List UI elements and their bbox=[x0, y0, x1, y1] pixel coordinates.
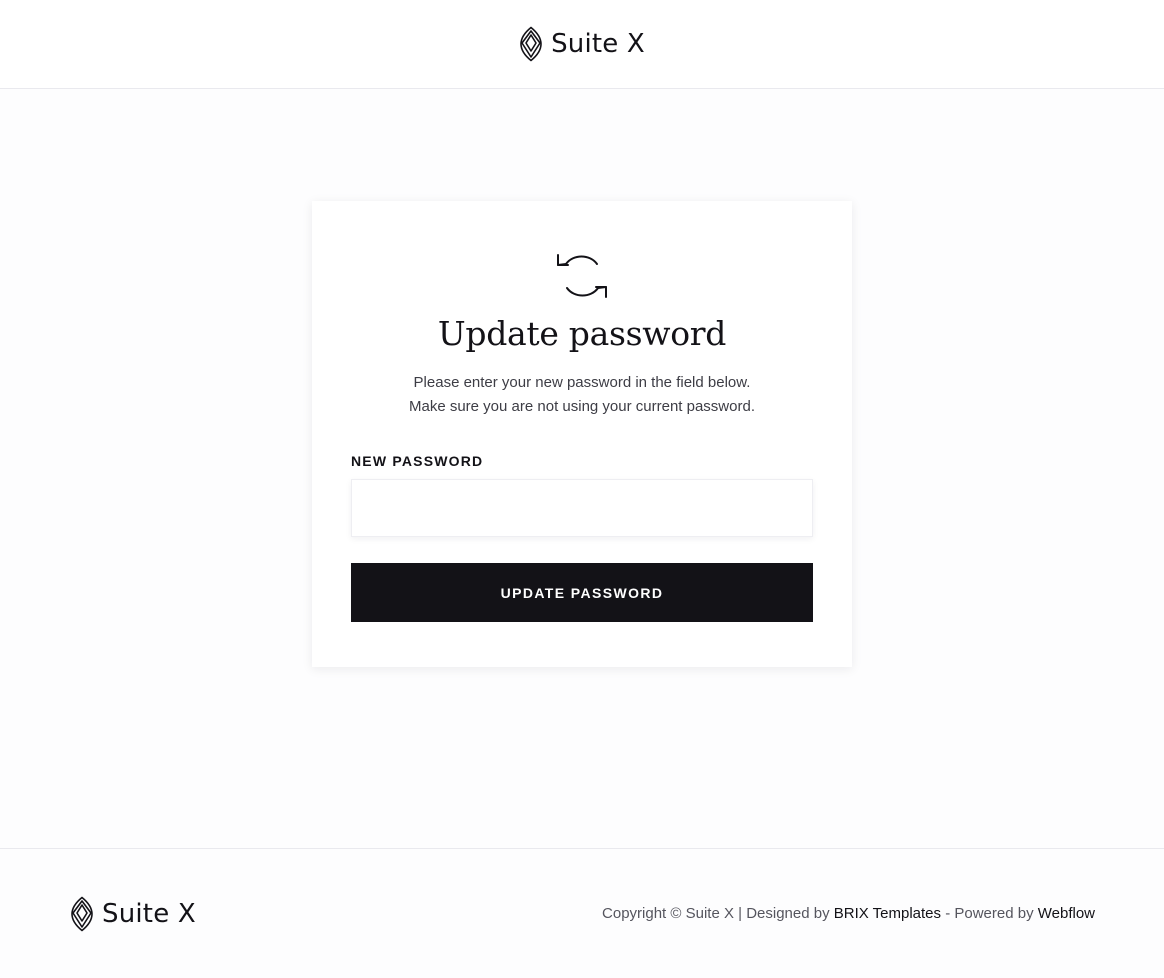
update-password-card: Update password Please enter your new pa… bbox=[312, 201, 852, 667]
update-password-form: NEW PASSWORD UPDATE PASSWORD bbox=[351, 453, 813, 622]
description-line-2: Make sure you are not using your current… bbox=[408, 398, 755, 415]
site-footer: Suite X Copyright © Suite X | Designed b… bbox=[0, 848, 1164, 978]
copyright-text: Copyright © Suite X | Designed by BRIX T… bbox=[602, 905, 1095, 922]
refresh-icon bbox=[557, 254, 607, 298]
header-logo-link[interactable]: Suite X bbox=[519, 26, 645, 62]
leaf-logo-icon bbox=[71, 896, 93, 932]
new-password-input[interactable] bbox=[351, 479, 813, 537]
brix-templates-link[interactable]: BRIX Templates bbox=[834, 905, 941, 922]
new-password-label: NEW PASSWORD bbox=[351, 453, 484, 469]
leaf-logo-icon bbox=[520, 26, 542, 62]
description-line-1: Please enter your new password in the fi… bbox=[413, 374, 751, 391]
page: Suite X Update password Please enter you… bbox=[0, 0, 1164, 978]
powered-by-text: - Powered by bbox=[941, 905, 1038, 922]
update-password-button[interactable]: UPDATE PASSWORD bbox=[351, 563, 813, 622]
card-description: Please enter your new password in the fi… bbox=[409, 371, 755, 419]
page-title: Update password bbox=[437, 314, 727, 353]
footer-brand-name: Suite X bbox=[102, 899, 196, 929]
copyright-prefix: Copyright © Suite X | Designed by bbox=[602, 905, 834, 922]
footer-logo-link[interactable]: Suite X bbox=[70, 896, 196, 932]
header-brand-name: Suite X bbox=[551, 29, 645, 59]
webflow-link[interactable]: Webflow bbox=[1038, 905, 1095, 922]
main-content: Update password Please enter your new pa… bbox=[0, 90, 1164, 848]
site-header: Suite X bbox=[0, 0, 1164, 89]
